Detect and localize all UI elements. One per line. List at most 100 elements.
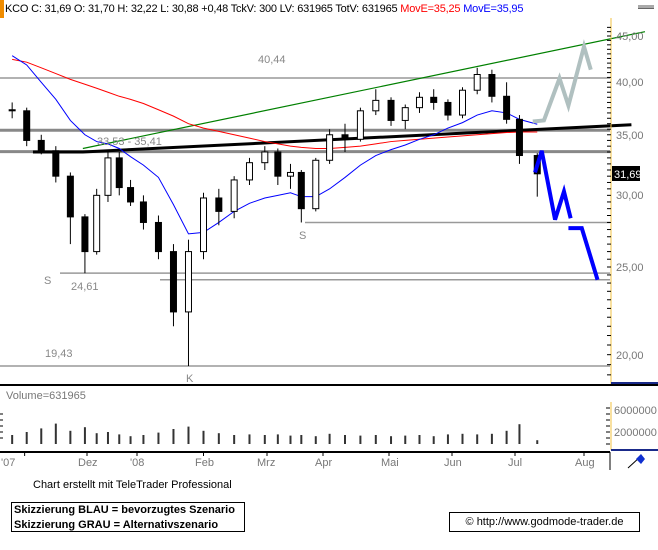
volume-bar [54, 423, 57, 444]
volume-tick-label: 2000000 [614, 427, 657, 439]
volume-bar [505, 430, 508, 444]
price-tick-label: 25,00 [616, 262, 644, 274]
volume-bar [404, 435, 407, 444]
legend-gray: Skizzierung GRAU = Alternativszenario [14, 519, 219, 531]
candle-down [52, 150, 60, 177]
candle-down [169, 251, 177, 313]
volume-label: Volume=631965 [6, 390, 86, 402]
moving-average-red [12, 58, 538, 149]
candle-up [312, 159, 320, 210]
ma-red-value: MovE=35,25 [400, 3, 461, 15]
moving-averages [11, 55, 538, 235]
volume-bar [172, 429, 175, 444]
scenario-skizzierung-blau [533, 150, 573, 221]
symbol-color-tag [0, 0, 4, 18]
time-tick-label: Jul [508, 457, 522, 469]
candle-up [356, 110, 364, 140]
volume-bar [300, 435, 303, 444]
moving-average-blue [11, 55, 538, 235]
volume-bar [289, 435, 292, 444]
quote-values: KCO C: 31,69 O: 31,70 H: 32,22 L: 30,88 … [5, 3, 398, 15]
candle-down [387, 99, 395, 121]
volume-bar [83, 427, 86, 444]
candle-up [401, 107, 409, 121]
volume-bar [276, 434, 279, 444]
pattern-label-k: K [186, 373, 194, 385]
candle-down [139, 201, 147, 223]
volume-left-ticks [0, 413, 3, 439]
quote-line: KCO C: 31,69 O: 31,70 H: 32,22 L: 30,88 … [5, 0, 523, 18]
time-tick-label: Jun [444, 457, 462, 469]
time-tick-label: Aug [575, 457, 595, 469]
candle-up [104, 157, 112, 196]
time-tick-label: Feb [195, 457, 214, 469]
ma-blue-value: MovE=35,95 [463, 3, 524, 15]
volume-bar [359, 435, 362, 444]
copyright-link[interactable]: © http://www.godmode-trader.de [449, 512, 640, 532]
minimize-button[interactable] [638, 5, 654, 9]
candle-down [341, 134, 349, 140]
volume-bar [432, 436, 435, 444]
volume-bar [11, 435, 14, 444]
level-pair-label: 33,53 - 35,41 [97, 136, 162, 148]
scenario-skizzierung-blau-2 [568, 226, 600, 281]
volume-bar [328, 433, 331, 444]
volume-bar [490, 433, 493, 444]
volume-bar [187, 426, 190, 444]
volume-bars [11, 423, 539, 444]
price-tick-label: 45,00 [616, 31, 644, 43]
volume-bar [476, 434, 479, 444]
price-tick-label: 35,00 [616, 130, 644, 142]
volume-bar [129, 436, 132, 444]
candle-down [444, 101, 452, 116]
volume-bar [142, 435, 145, 444]
candle-down [488, 74, 496, 97]
volume-bar [418, 435, 421, 444]
candle-up [326, 134, 334, 161]
time-tick-label: Apr [315, 457, 332, 469]
price-axis-ticks [607, 26, 611, 376]
volume-bar [446, 434, 449, 444]
drawing-tool-button[interactable] [609, 452, 645, 470]
candle-up [200, 197, 207, 253]
time-tick-label: '07 [1, 457, 15, 469]
scenario-legend: Skizzierung BLAU = bevorzugtes Szenario … [11, 502, 245, 532]
candle-down [515, 118, 523, 157]
candle-down [154, 221, 162, 253]
candle-up [459, 89, 466, 116]
candle-down [503, 95, 511, 120]
candle-up [473, 74, 481, 91]
volume-bar [374, 435, 377, 444]
candle-down [66, 175, 74, 218]
candle-up [230, 179, 238, 212]
candle-down [81, 216, 89, 253]
volume-tick-label: 6000000 [614, 405, 657, 417]
candle-down [430, 96, 438, 103]
volume-bar [314, 436, 317, 444]
candle-up [415, 96, 423, 109]
volume-bar [202, 430, 205, 444]
candle-up [261, 151, 269, 164]
last-price-label: 31,69 [614, 169, 642, 181]
time-axis-labels: '07 Dez '08 Feb Mrz Apr Mai Jun Jul Aug [1, 457, 595, 469]
candle-down [8, 109, 16, 112]
candle-up [245, 162, 253, 181]
legend-blue: Skizzierung BLAU = bevorzugtes Szenario [14, 504, 235, 516]
volume-bar [118, 434, 121, 444]
level-label-19-43: 19,43 [45, 348, 73, 360]
volume-bar [390, 436, 393, 444]
candle-up [372, 99, 380, 112]
price-tick-label: 20,00 [616, 350, 644, 362]
volume-bar [157, 432, 160, 444]
volume-bar [536, 440, 539, 444]
quote-header: KCO C: 31,69 O: 31,70 H: 32,22 L: 30,88 … [0, 0, 658, 18]
time-tick-label: Dez [78, 457, 98, 469]
volume-bar [233, 435, 236, 444]
price-tick-label: 40,00 [616, 77, 644, 89]
candle-down [127, 187, 135, 203]
candle-down [297, 171, 305, 210]
scenario-sketches [532, 39, 600, 281]
volume-bar [217, 433, 220, 444]
candle-up [286, 171, 294, 177]
price-chart: 40,44 33,53 - 35,41 24,61 19,43 S K S 45… [0, 18, 658, 470]
